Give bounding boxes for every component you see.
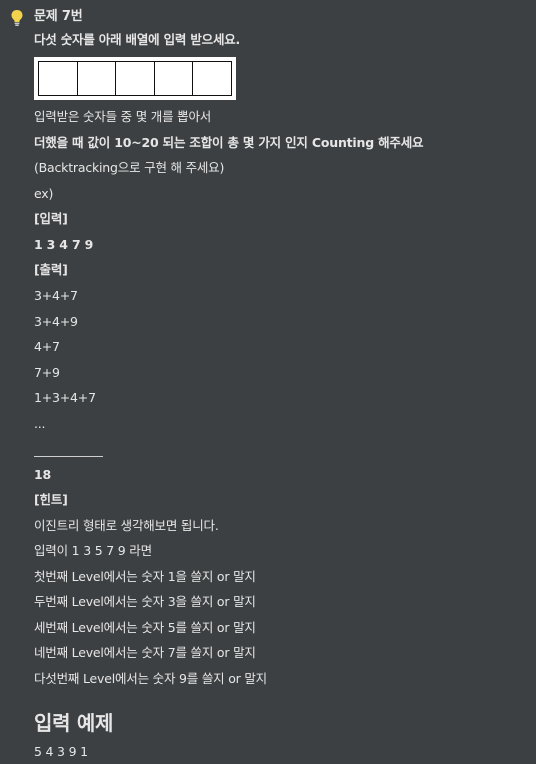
problem-title: 문제 7번 bbox=[34, 9, 83, 24]
output-line: 1+3+4+7 bbox=[34, 390, 96, 405]
array-cell bbox=[155, 62, 194, 95]
hint-line: 첫번째 Level에서는 숫자 1을 쓸지 or 말지 bbox=[34, 569, 256, 584]
output-line: 4+7 bbox=[34, 339, 60, 354]
lightbulb-icon bbox=[11, 10, 23, 26]
instruction-line: 다섯 숫자를 아래 배열에 입력 받으세요. bbox=[34, 32, 241, 47]
description-line: 더했을 때 값이 10~20 되는 조합이 총 몇 가지 인지 Counting… bbox=[34, 135, 424, 150]
array-diagram bbox=[34, 57, 236, 100]
hint-label: [힌트] bbox=[34, 492, 68, 507]
output-count: 18 bbox=[34, 467, 51, 482]
input-values: 1 3 4 7 9 bbox=[34, 237, 94, 252]
output-line: 3+4+9 bbox=[34, 314, 78, 329]
output-label: [출력] bbox=[34, 262, 68, 277]
output-line: 7+9 bbox=[34, 365, 60, 380]
section-heading: 입력 예제 bbox=[34, 711, 114, 735]
output-ellipsis: ... bbox=[34, 416, 46, 431]
description-line: 입력받은 숫자들 중 몇 개를 뽑아서 bbox=[34, 109, 212, 124]
hint-line: 이진트리 형태로 생각해보면 됩니다. bbox=[34, 518, 219, 533]
divider bbox=[34, 456, 103, 457]
hint-line: 두번째 Level에서는 숫자 3을 쓸지 or 말지 bbox=[34, 594, 256, 609]
input-example: 5 4 3 9 1 bbox=[34, 744, 88, 759]
description-line: (Backtracking으로 구현 해 주세요) bbox=[34, 160, 225, 175]
hint-line: 세번째 Level에서는 숫자 5를 쓸지 or 말지 bbox=[34, 620, 256, 635]
array-cell bbox=[116, 62, 155, 95]
example-label: ex) bbox=[34, 186, 54, 201]
array-cell bbox=[193, 62, 231, 95]
array-cell bbox=[78, 62, 117, 95]
output-line: 3+4+7 bbox=[34, 288, 78, 303]
hint-line: 네번째 Level에서는 숫자 7를 쓸지 or 말지 bbox=[34, 645, 256, 660]
hint-line: 입력이 1 3 5 7 9 라면 bbox=[34, 543, 152, 558]
array-cell bbox=[39, 62, 78, 95]
input-label: [입력] bbox=[34, 211, 68, 226]
hint-line: 다섯번째 Level에서는 숫자 9를 쓸지 or 말지 bbox=[34, 671, 267, 686]
